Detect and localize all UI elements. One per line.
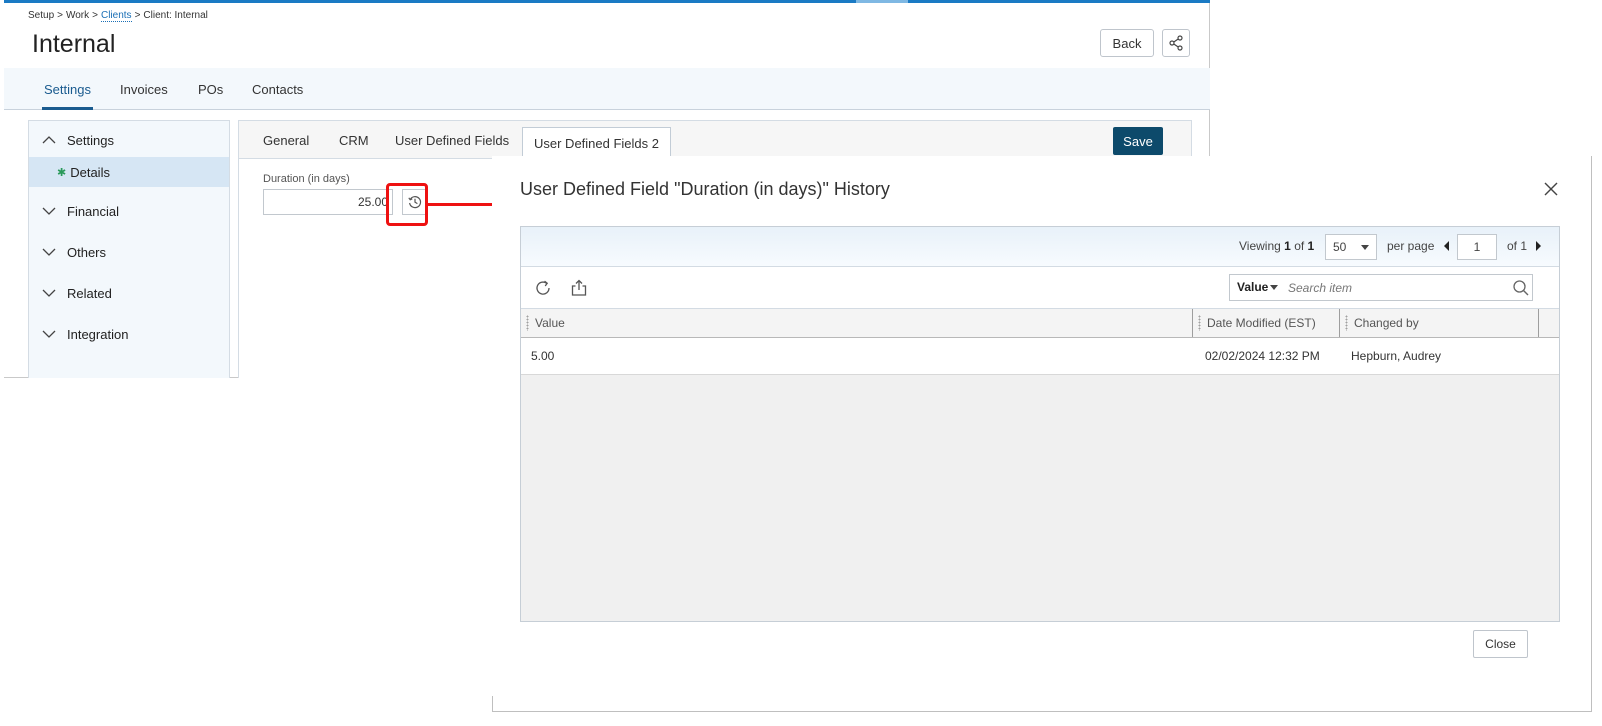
breadcrumb-work[interactable]: Work: [66, 10, 89, 21]
search-input[interactable]: [1286, 277, 1506, 298]
nav-item-label: Details: [70, 164, 110, 180]
tab-invoices[interactable]: Invoices: [118, 68, 170, 110]
viewing-prefix: Viewing: [1239, 239, 1281, 253]
duration-input[interactable]: 25.00: [263, 189, 393, 215]
per-page-select[interactable]: 50: [1325, 234, 1377, 260]
cell-date-modified: 02/02/2024 12:32 PM: [1205, 349, 1320, 363]
chevron-down-icon: [42, 330, 56, 338]
page-number-input[interactable]: 1: [1457, 234, 1497, 260]
page-total: of 1: [1507, 239, 1528, 253]
save-button[interactable]: Save: [1113, 127, 1163, 155]
chevron-down-icon: [42, 207, 56, 215]
breadcrumb: Setup > Work > Clients > Client: Internal: [28, 10, 208, 22]
per-page-value: 50: [1333, 240, 1347, 254]
close-icon[interactable]: [1543, 181, 1559, 197]
search-icon[interactable]: [1512, 279, 1530, 297]
grid-toolbar: Value: [521, 267, 1559, 309]
duration-label: Duration (in days): [263, 173, 350, 185]
nav-section-integration[interactable]: Integration: [29, 319, 229, 349]
dialog-title: User Defined Field "Duration (in days)" …: [520, 179, 890, 199]
column-header-label: Changed by: [1354, 316, 1419, 330]
top-accent-marker: [856, 0, 908, 3]
nav-section-label: Settings: [67, 132, 114, 148]
nav-section-label: Related: [67, 285, 112, 301]
breadcrumb-current: Client: Internal: [143, 10, 208, 21]
tab-contacts[interactable]: Contacts: [250, 68, 305, 110]
top-accent-bar: [4, 0, 1210, 3]
nav-section-label: Integration: [67, 326, 129, 342]
refresh-icon[interactable]: [533, 278, 553, 298]
column-header-label: Date Modified (EST): [1207, 316, 1316, 330]
sub-tabs: General CRM User Defined Fields User Def…: [239, 121, 1191, 160]
nav-section-label: Financial: [67, 203, 120, 219]
share-button[interactable]: [1162, 29, 1190, 57]
subtab-crm[interactable]: CRM: [339, 121, 369, 159]
subtab-user-defined-fields[interactable]: User Defined Fields: [395, 121, 509, 159]
annotation-arrow-line: [428, 203, 502, 206]
per-page-label: per page: [1387, 239, 1435, 253]
field-history-dialog: User Defined Field "Duration (in days)" …: [492, 156, 1592, 712]
column-header-label: Value: [535, 316, 565, 330]
breadcrumb-setup[interactable]: Setup: [28, 10, 54, 21]
nav-section-label: Others: [67, 244, 107, 260]
cell-value: 5.00: [531, 349, 555, 363]
column-header-row: Value Date Modified (EST) Changed by: [521, 309, 1559, 338]
table-row[interactable]: 5.00 02/02/2024 12:32 PM Hepburn, Audrey: [521, 338, 1559, 375]
history-grid: Viewing 1 of 1 50 per page 1 of 1 Value …: [520, 226, 1560, 622]
viewing-of: of: [1294, 239, 1305, 253]
search-field-value: Value: [1237, 280, 1269, 294]
settings-nav: Settings ✱ Details Financial Others Rela…: [28, 120, 230, 378]
drag-grip-icon[interactable]: [526, 315, 529, 331]
annotation-highlight: [386, 183, 428, 226]
caret-down-icon: [1361, 245, 1369, 250]
column-header-value[interactable]: Value: [521, 309, 1193, 337]
close-button[interactable]: Close: [1473, 630, 1528, 658]
prev-page-icon[interactable]: [1444, 241, 1449, 251]
tab-settings[interactable]: Settings: [42, 68, 93, 110]
column-header-changed-by[interactable]: Changed by: [1340, 309, 1539, 337]
next-page-icon[interactable]: [1536, 241, 1541, 251]
page-title: Internal: [32, 30, 116, 58]
column-header-date-modified[interactable]: Date Modified (EST): [1193, 309, 1340, 337]
search-box: Value: [1229, 274, 1533, 301]
drag-grip-icon[interactable]: [1345, 315, 1348, 331]
nav-item-details[interactable]: ✱ Details: [29, 157, 229, 187]
tab-pos[interactable]: POs: [196, 68, 225, 110]
nav-section-financial[interactable]: Financial: [29, 196, 229, 226]
pager: Viewing 1 of 1 50 per page 1 of 1: [521, 227, 1559, 267]
active-dot-icon: ✱: [57, 166, 67, 179]
nav-section-related[interactable]: Related: [29, 278, 229, 308]
nav-section-settings[interactable]: Settings: [29, 125, 229, 155]
nav-section-others[interactable]: Others: [29, 237, 229, 267]
cell-changed-by: Hepburn, Audrey: [1351, 349, 1442, 363]
drag-grip-icon[interactable]: [1198, 315, 1201, 331]
main-tabs: Settings Invoices POs Contacts: [4, 68, 1210, 110]
chevron-up-icon: [42, 136, 56, 144]
viewing-total: 1: [1307, 239, 1315, 253]
caret-down-icon: [1270, 285, 1278, 290]
share-icon: [1169, 35, 1183, 51]
chevron-down-icon: [42, 248, 56, 256]
dialog-edge: [492, 696, 493, 712]
search-field-select[interactable]: Value: [1230, 275, 1282, 300]
export-icon[interactable]: [569, 278, 589, 298]
viewing-summary: Viewing 1 of 1: [1239, 239, 1314, 253]
viewing-from: 1: [1284, 239, 1291, 253]
back-button[interactable]: Back: [1100, 29, 1154, 57]
subtab-general[interactable]: General: [263, 121, 309, 159]
breadcrumb-clients-link[interactable]: Clients: [100, 10, 132, 22]
chevron-down-icon: [42, 289, 56, 297]
